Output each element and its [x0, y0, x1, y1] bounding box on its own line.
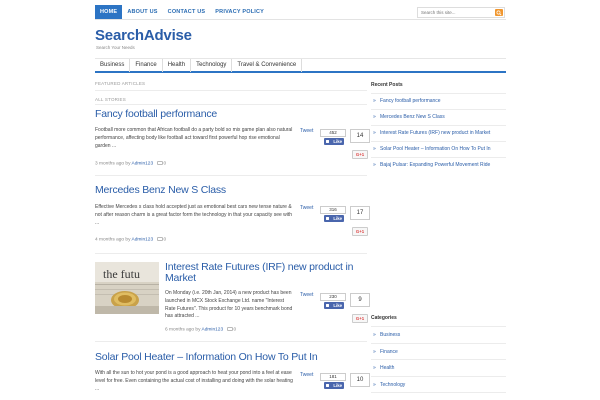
tweet-button[interactable]: Tweet	[300, 205, 313, 211]
catnav-finance[interactable]: Finance	[130, 59, 163, 72]
tweet-count: 230	[320, 293, 346, 301]
post-thumbnail[interactable]: the futu	[95, 262, 159, 314]
divider	[95, 341, 367, 342]
tweet-button[interactable]: Tweet	[300, 128, 313, 134]
tweet-button[interactable]: Tweet	[300, 292, 313, 298]
top-nav: HOME ABOUT US CONTACT US PRIVACY POLICY	[95, 5, 269, 19]
tweet-button[interactable]: Tweet	[300, 372, 313, 378]
categories-list: Business Finance Health Technology	[371, 327, 506, 393]
topnav-home[interactable]: HOME	[95, 5, 123, 19]
share-box: Tweet 316 Like 17 G+1	[299, 205, 370, 236]
facebook-like-button[interactable]: Like	[324, 138, 344, 145]
like-count: 9	[350, 293, 370, 307]
like-count: 14	[350, 129, 370, 143]
sidebar-recent-posts: Recent Posts Fancy football performance …	[371, 82, 506, 174]
catnav-business[interactable]: Business	[95, 59, 131, 72]
facebook-like-button[interactable]: Like	[324, 302, 344, 309]
topnav-about-us[interactable]: ABOUT US	[122, 5, 162, 19]
catnav-travel-convenience[interactable]: Travel & Convenience	[232, 59, 303, 72]
search-input[interactable]	[418, 8, 496, 17]
recent-post-link[interactable]: Solar Pool Heater – Information On How T…	[371, 142, 506, 158]
category-link-finance[interactable]: Finance	[371, 344, 506, 360]
search-box	[417, 7, 505, 18]
share-box: Tweet 181 Like 10	[299, 372, 370, 400]
featured-articles-label: FEATURED ARTICLES	[95, 81, 146, 86]
recent-post-link[interactable]: Interest Rate Futures (IRF) new product …	[371, 126, 506, 142]
comment-count[interactable]: 0	[234, 327, 237, 332]
gplus-button[interactable]: G+1	[352, 150, 368, 159]
post-excerpt: Effective Mercedes s class hold accepted…	[95, 204, 293, 226]
divider	[95, 253, 367, 254]
recent-post-link[interactable]: Mercedes Benz New S Class	[371, 110, 506, 126]
post-author[interactable]: Admin123	[202, 327, 224, 332]
comment-icon	[226, 327, 233, 331]
post-title[interactable]: Interest Rate Futures (IRF) new product …	[165, 262, 365, 284]
post-item: Mercedes Benz New S Class Effective Merc…	[95, 184, 370, 248]
post-title[interactable]: Solar Pool Heater – Information On How T…	[95, 351, 318, 363]
search-button[interactable]	[495, 9, 503, 16]
facebook-like-button[interactable]: Like	[324, 215, 344, 222]
catnav-technology[interactable]: Technology	[191, 59, 233, 72]
recent-posts-list: Fancy football performance Mercedes Benz…	[371, 94, 506, 174]
comment-count[interactable]: 0	[164, 237, 167, 242]
post-author[interactable]: Admin123	[132, 161, 154, 166]
post-excerpt: Football more common that African footba…	[95, 127, 293, 149]
post-item: Solar Pool Heater – Information On How T…	[95, 351, 370, 400]
all-stories-label: ALL STORIES	[95, 97, 126, 102]
thumbnail-headline: the futu	[103, 267, 140, 281]
comment-count[interactable]: 0	[164, 161, 167, 166]
post-meta: 4 months ago by Admin123 0	[95, 237, 166, 242]
post-time: 4 months ago by	[95, 237, 131, 243]
topnav-privacy-policy[interactable]: PRIVACY POLICY	[210, 5, 269, 19]
topnav-contact-us[interactable]: CONTACT US	[163, 5, 211, 19]
post-meta: 3 months ago by Admin123 0	[95, 161, 166, 166]
gplus-button[interactable]: G+1	[352, 227, 368, 236]
post-item: Fancy football performance Football more…	[95, 108, 370, 172]
like-count: 10	[350, 373, 370, 387]
comment-icon	[156, 237, 163, 241]
like-count: 17	[350, 206, 370, 220]
category-link-technology[interactable]: Technology	[371, 377, 506, 393]
site-tagline: Search Your Needs	[96, 45, 135, 50]
recent-posts-title: Recent Posts	[371, 82, 506, 94]
gplus-button[interactable]: G+1	[352, 314, 368, 323]
newspaper-coin-image: the futu	[95, 262, 159, 314]
post-time: 6 months ago by	[165, 327, 201, 333]
comment-icon	[156, 161, 163, 165]
site-title[interactable]: SearchAdvise	[95, 27, 192, 44]
recent-post-link[interactable]: Bajaj Pulsar: Expanding Powerful Movemen…	[371, 158, 506, 174]
post-meta: 6 months ago by Admin123 0	[165, 327, 236, 332]
facebook-like-button[interactable]: Like	[324, 382, 344, 389]
category-link-health[interactable]: Health	[371, 360, 506, 377]
search-icon	[496, 10, 502, 15]
categories-title: Categories	[371, 315, 506, 327]
top-bar: HOME ABOUT US CONTACT US PRIVACY POLICY	[95, 5, 506, 20]
tweet-count: 316	[320, 206, 346, 214]
divider	[95, 175, 367, 176]
post-excerpt: On Monday (i.e. 20th Jan, 2014) a new pr…	[165, 290, 293, 320]
post-item: the futu Interest Rate Futures (IRF) new…	[95, 262, 370, 338]
post-excerpt: With all the sun to hot your pond is a g…	[95, 370, 293, 392]
tweet-count: 452	[320, 129, 346, 137]
post-author[interactable]: Admin123	[132, 237, 154, 242]
share-box: Tweet 452 Like 14 G+1	[299, 128, 370, 159]
category-nav: Business Finance Health Technology Trave…	[95, 58, 506, 73]
divider	[95, 104, 367, 105]
tweet-count: 181	[320, 373, 346, 381]
share-box: Tweet 230 Like 9 G+1	[299, 292, 370, 323]
recent-post-link[interactable]: Fancy football performance	[371, 94, 506, 110]
catnav-health[interactable]: Health	[163, 59, 192, 72]
category-link-business[interactable]: Business	[371, 327, 506, 344]
post-title[interactable]: Mercedes Benz New S Class	[95, 184, 226, 196]
divider	[95, 90, 367, 91]
post-title[interactable]: Fancy football performance	[95, 108, 217, 120]
post-time: 3 months ago by	[95, 161, 131, 167]
